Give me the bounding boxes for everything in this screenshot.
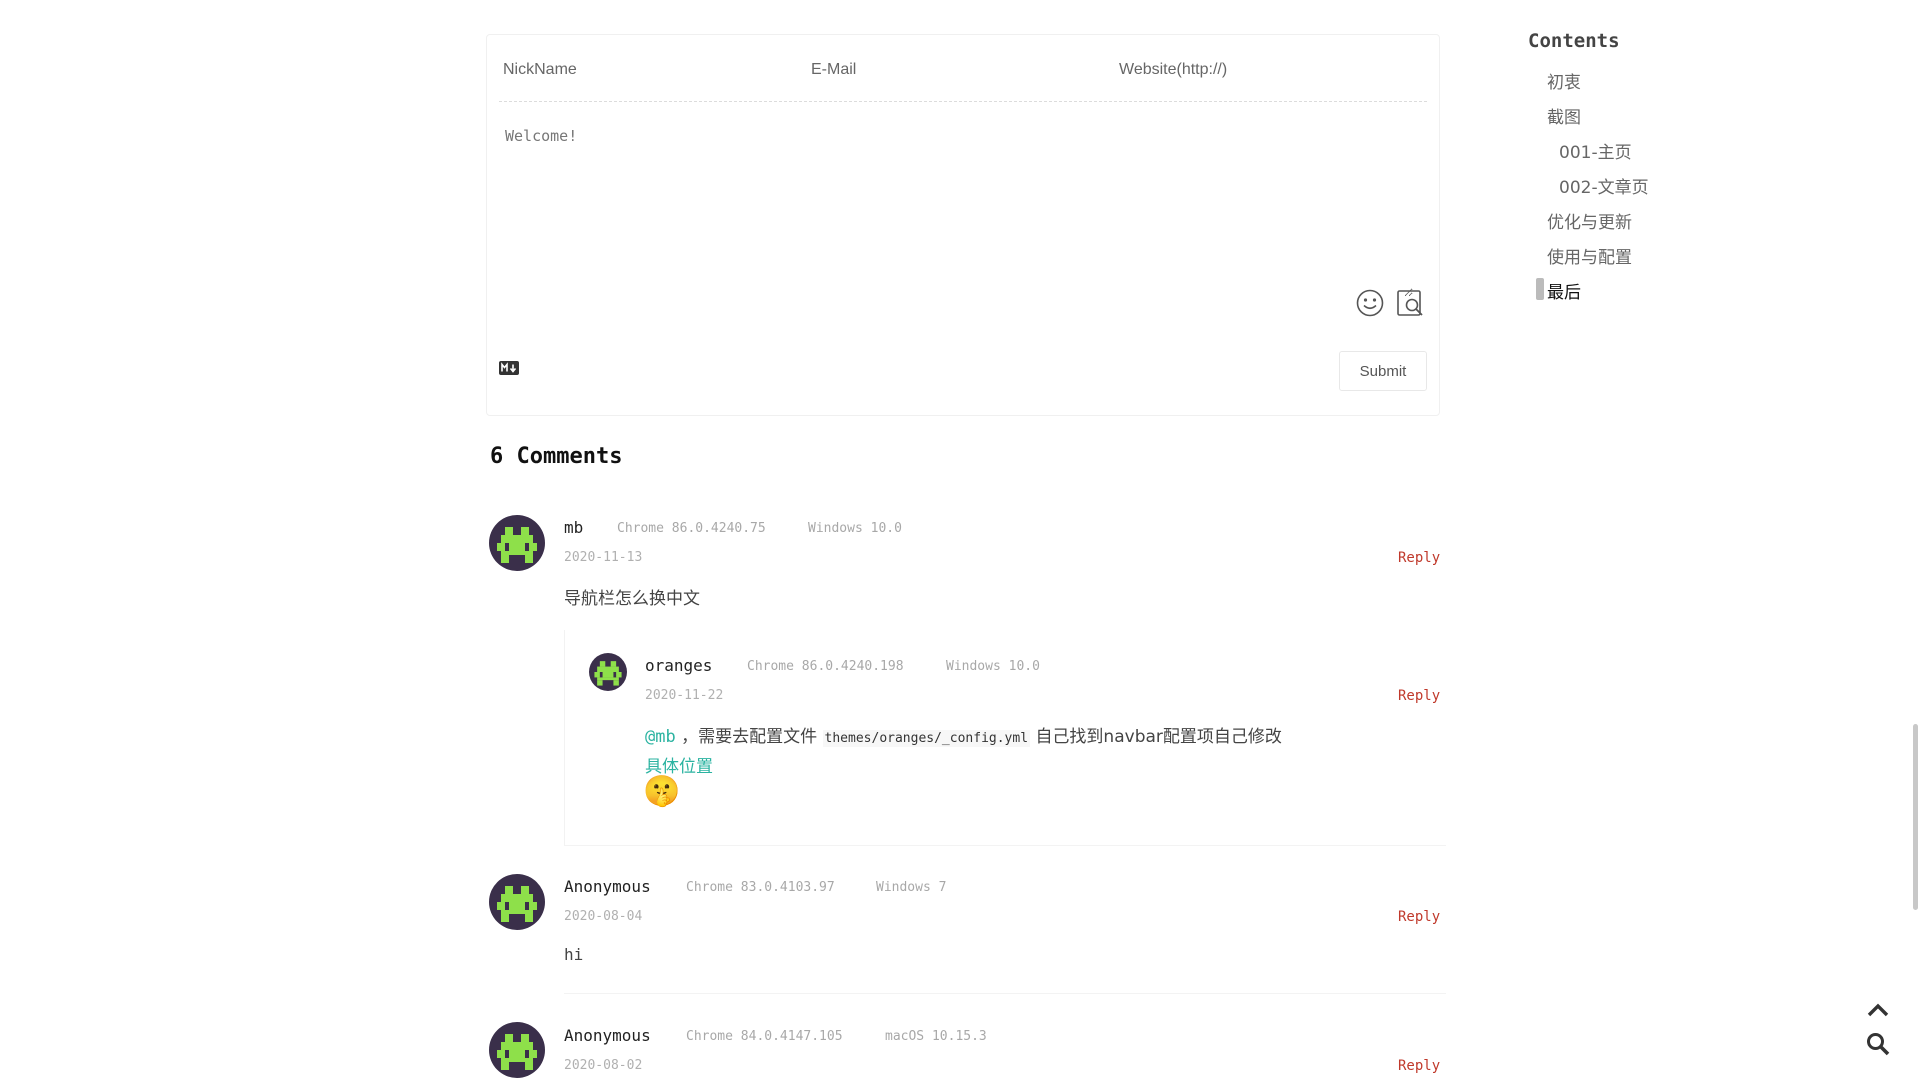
preview-icon[interactable] [1395,288,1425,318]
nickname-input[interactable] [503,61,793,79]
avatar [489,515,545,571]
form-header-fields [499,35,1427,102]
arrow-up-icon[interactable] [1864,996,1892,1024]
comment-nick: mb [564,518,584,537]
comment-browser: Chrome 83.0.4103.97 [686,880,835,895]
avatar [489,874,545,930]
toc-active-marker [1536,278,1544,300]
invader-avatar-icon [497,886,537,922]
comment-text: hi [564,945,584,964]
reply-button[interactable]: Reply [1398,688,1440,704]
comment-browser: Chrome 84.0.4147.105 [686,1029,843,1044]
comment-text: 导航栏怎么换中文 [564,589,700,609]
toc-item-screenshots[interactable]: 截图 [1547,103,1581,128]
divider [564,845,1446,846]
avatar [489,1022,545,1078]
divider [564,993,1446,994]
comment-os: Windows 10.0 [808,521,902,536]
comment-os: Windows 10.0 [946,659,1040,674]
invader-avatar-icon [497,527,537,563]
comment-text: @mb ，需要去配置文件 themes/oranges/_config.yml … [645,722,1282,747]
comment-text-part: 自己找到navbar配置项自己修改 [1035,727,1282,747]
mention-link[interactable]: @mb [645,727,676,747]
markdown-icon [499,361,519,375]
scrollbar-thumb[interactable] [1913,724,1918,910]
comment-os: Windows 7 [876,880,947,895]
avatar [589,653,627,691]
comment-os: macOS 10.15.3 [885,1029,987,1044]
inline-code: themes/oranges/_config.yml [822,730,1031,747]
comment-nick: oranges [645,656,713,675]
invader-avatar-icon [594,661,622,686]
submit-button[interactable]: Submit [1339,351,1427,391]
toc-item-intro[interactable]: 初衷 [1547,68,1581,93]
reply-button[interactable]: Reply [1398,1058,1440,1074]
toc-title: Contents [1528,30,1620,52]
reply-button[interactable]: Reply [1398,909,1440,925]
smiley-icon[interactable] [1355,288,1385,318]
comment-date: 2020-11-13 [564,550,643,565]
comment-date: 2020-08-04 [564,909,643,924]
reply-thread-line [564,630,565,845]
comment-date: 2020-08-02 [564,1058,643,1073]
toc-item-homepage[interactable]: 001-主页 [1559,138,1632,163]
toc-item-updates[interactable]: 优化与更新 [1547,208,1632,233]
comment-text-part: ，需要去配置文件 [681,727,818,747]
shushing-face-emoji: 🤫 [643,774,681,809]
comment-nick: Anonymous [564,877,651,896]
email-input[interactable] [811,61,1101,79]
comment-nick: Anonymous [564,1026,651,1045]
toc-item-usage[interactable]: 使用与配置 [1547,243,1632,268]
website-input[interactable] [1119,61,1409,79]
toc-item-article-page[interactable]: 002-文章页 [1559,173,1649,198]
comment-browser: Chrome 86.0.4240.198 [747,659,904,674]
search-icon[interactable] [1864,1030,1892,1058]
comment-form: Submit [486,34,1440,416]
invader-avatar-icon [497,1034,537,1070]
comment-browser: Chrome 86.0.4240.75 [617,521,766,536]
toc-item-final[interactable]: 最后 [1547,278,1581,303]
comment-date: 2020-11-22 [645,688,724,703]
reply-button[interactable]: Reply [1398,550,1440,566]
comments-count-heading: 6 Comments [490,444,623,469]
comment-textarea[interactable] [505,127,1413,297]
